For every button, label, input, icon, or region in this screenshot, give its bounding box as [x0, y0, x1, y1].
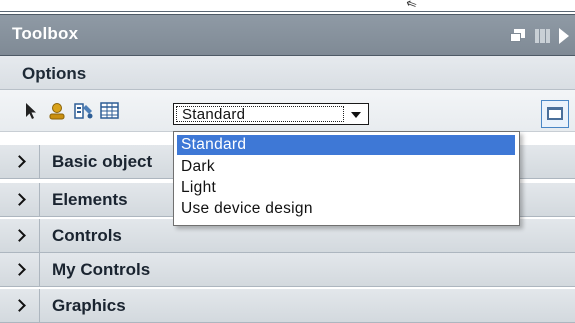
chevron-right-icon[interactable]: [0, 253, 40, 286]
chevron-down-icon[interactable]: [347, 106, 365, 122]
expand-arrow-icon[interactable]: [559, 28, 569, 44]
design-dropdown-list: Standard Dark Light Use device design: [173, 131, 520, 226]
design-select-value: Standard: [182, 106, 246, 123]
category-label: My Controls: [52, 260, 151, 279]
panel-title: Toolbox: [12, 24, 79, 43]
dropdown-option-dark[interactable]: Dark: [174, 157, 519, 177]
table-icon[interactable]: [100, 102, 119, 120]
properties-icon[interactable]: [74, 102, 93, 120]
float-window-icon[interactable]: [510, 29, 526, 43]
pointer-arrow-icon[interactable]: [24, 102, 42, 120]
category-label: Graphics: [52, 296, 126, 315]
columns-icon[interactable]: [535, 29, 550, 43]
category-label: Elements: [52, 190, 128, 209]
top-divider: [0, 11, 575, 12]
dropdown-option-device-design[interactable]: Use device design: [174, 199, 519, 219]
options-label: Options: [22, 64, 87, 83]
toolbox-titlebar[interactable]: Toolbox: [0, 14, 575, 56]
category-graphics[interactable]: Graphics: [0, 289, 575, 323]
chevron-right-icon[interactable]: [0, 289, 40, 322]
person-icon[interactable]: [47, 102, 65, 120]
top-edge: ⇖: [0, 0, 575, 14]
chevron-right-icon[interactable]: [0, 145, 40, 178]
dropdown-option-light[interactable]: Light: [174, 178, 519, 198]
design-select[interactable]: Standard: [173, 103, 369, 125]
category-my-controls[interactable]: My Controls: [0, 253, 575, 287]
category-label: Controls: [52, 226, 122, 245]
options-header[interactable]: Options: [0, 56, 575, 90]
view-window-icon[interactable]: [541, 100, 569, 128]
chevron-right-icon[interactable]: [0, 183, 40, 216]
category-label: Basic object: [52, 152, 153, 171]
chevron-right-icon[interactable]: [0, 219, 40, 252]
dropdown-option-standard[interactable]: Standard: [177, 135, 515, 155]
